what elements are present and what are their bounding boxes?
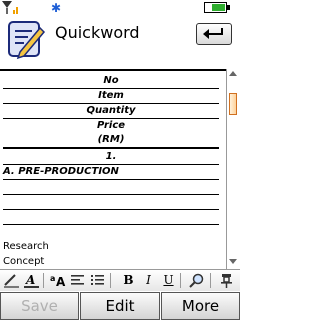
underline-button[interactable]: U [160, 272, 177, 289]
document-view[interactable]: No Item Quantity Price (RM) 1. A. PRE-PR… [0, 69, 226, 269]
table-row[interactable]: No [3, 74, 219, 89]
paragraph-align-icon[interactable] [69, 272, 86, 289]
table-row[interactable] [3, 180, 219, 195]
table-row[interactable] [3, 195, 219, 210]
save-button[interactable]: Save [0, 292, 79, 320]
format-toolbar: A a A B I U [0, 269, 240, 291]
svg-text:a: a [50, 274, 55, 283]
back-button[interactable] [196, 23, 232, 45]
toolbar-separator [180, 273, 181, 288]
softkey-bar: Save Edit More [0, 292, 240, 320]
font-size-icon[interactable]: a A [49, 272, 66, 289]
scroll-down-arrow-icon[interactable] [229, 259, 237, 264]
bluetooth-icon: ✱ [51, 1, 62, 15]
scroll-thumb[interactable] [229, 93, 237, 115]
table-cell: No [103, 75, 119, 86]
table-cell: Quantity [86, 105, 136, 116]
title-bar: Quickword [0, 16, 240, 69]
highlight-pen-icon[interactable] [3, 272, 20, 289]
vertical-scrollbar[interactable] [226, 69, 240, 269]
paragraph[interactable]: Research [3, 241, 49, 252]
table-row[interactable]: Price (RM) [3, 119, 219, 149]
table-row[interactable]: 1. [3, 150, 219, 165]
return-arrow-icon [203, 28, 223, 39]
table-cell: (RM) [97, 134, 125, 145]
battery-icon [204, 2, 230, 13]
bullet-list-icon[interactable] [89, 272, 106, 289]
table-cell: A. PRE-PRODUCTION [3, 166, 119, 177]
paragraph[interactable]: Concept [3, 256, 44, 267]
page-top-border [0, 69, 226, 71]
scroll-up-arrow-icon[interactable] [229, 71, 237, 76]
bold-button[interactable]: B [120, 272, 137, 289]
italic-button[interactable]: I [140, 272, 157, 289]
svg-text:A: A [25, 273, 35, 287]
find-magnifier-icon[interactable] [188, 272, 205, 289]
toolbar-separator [43, 273, 44, 288]
table-row[interactable]: Quantity [3, 104, 219, 119]
toolbar-separator [110, 273, 111, 288]
table-row[interactable] [3, 210, 219, 225]
table-cell: 1. [105, 151, 117, 162]
font-color-icon[interactable]: A [23, 272, 40, 289]
table-cell: Item [98, 90, 124, 101]
table-cell: Price [96, 120, 126, 131]
pin-toolbar-icon[interactable] [218, 272, 235, 289]
table-row[interactable]: Item [3, 89, 219, 104]
more-button[interactable]: More [161, 292, 240, 320]
signal-strength-icon [2, 1, 18, 14]
table-row[interactable]: A. PRE-PRODUCTION [3, 165, 219, 180]
status-bar: ✱ [0, 0, 240, 16]
app-title: Quickword [55, 23, 140, 42]
svg-text:A: A [56, 275, 66, 289]
edit-button[interactable]: Edit [80, 292, 160, 320]
toolbar-separator [210, 273, 211, 288]
quickword-app-icon [8, 21, 46, 60]
